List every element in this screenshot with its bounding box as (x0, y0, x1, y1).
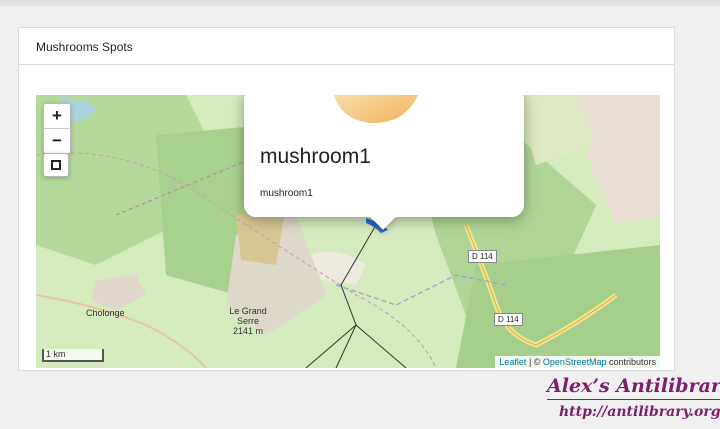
watermark: Alex’s Antilibrary http://antilibrary.or… (547, 375, 720, 420)
fullscreen-icon (51, 160, 61, 170)
panel-title: Mushrooms Spots (19, 28, 674, 65)
zoom-in-button[interactable]: + (44, 104, 70, 128)
road-label: D 114 (494, 313, 523, 326)
road-label: D 114 (468, 250, 497, 263)
map-view[interactable]: Cholonge Le Grand Serre 2141 m D 114 D 1… (36, 95, 660, 368)
place-elevation: 2141 m (232, 326, 264, 336)
place-name: Le Grand Serre (229, 306, 267, 326)
popup-title: mushroom1 (260, 145, 371, 168)
popup-text: mushroom1 (260, 188, 313, 199)
attribution-suffix: contributors (606, 357, 656, 367)
top-bar (0, 0, 720, 6)
zoom-control: + − (43, 103, 71, 154)
mushroom-image (334, 95, 418, 124)
zoom-out-button[interactable]: − (44, 128, 70, 153)
watermark-url: http://antilibrary.org (559, 404, 720, 420)
leaflet-link[interactable]: Leaflet (499, 357, 526, 367)
watermark-title: Alex’s Antilibrary (547, 375, 720, 400)
place-label-le-grand-serre: Le Grand Serre 2141 m (226, 306, 270, 336)
place-label-cholonge: Cholonge (86, 308, 125, 318)
fullscreen-button[interactable] (43, 153, 69, 177)
attribution-separator: | © (526, 357, 543, 367)
marker-popup: mushroom1 mushroom1 (244, 95, 524, 217)
openstreetmap-link[interactable]: OpenStreetMap (543, 357, 607, 367)
map-attribution: Leaflet | © OpenStreetMap contributors (495, 356, 660, 368)
map-scale: 1 km (42, 349, 104, 362)
